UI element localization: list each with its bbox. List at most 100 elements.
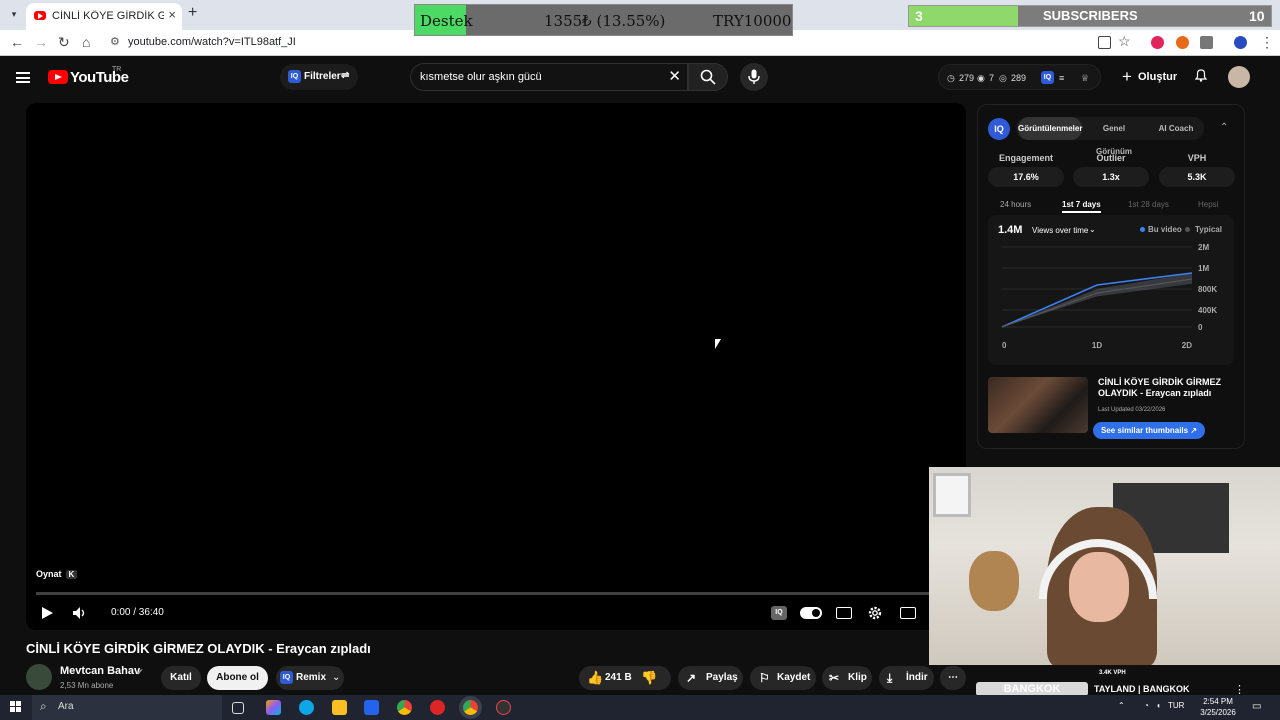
range-all[interactable]: Hepsi: [1198, 200, 1218, 209]
download-label: İndir: [906, 672, 928, 683]
list-icon[interactable]: ≡: [1059, 73, 1064, 83]
like-icon[interactable]: 👍: [587, 666, 603, 690]
filters-label: Filtreler: [304, 71, 341, 82]
range-24h[interactable]: 24 hours: [1000, 200, 1031, 209]
clip-label: Klip: [848, 672, 867, 683]
clear-search-icon[interactable]: ✕: [668, 67, 681, 85]
subscriber-goal-overlay: 3 SUBSCRIBERS 10: [908, 5, 1272, 27]
speaker-icon[interactable]: ◖: [1156, 701, 1161, 710]
forward-icon[interactable]: →: [34, 34, 48, 50]
extension-fox-icon[interactable]: [1176, 36, 1189, 49]
tab-search-icon[interactable]: ▾: [6, 6, 22, 22]
share-button[interactable]: ↗ Paylaş: [678, 666, 743, 690]
clip-button[interactable]: ✂ Klip: [822, 666, 872, 690]
extension-adblock-icon[interactable]: [1151, 36, 1164, 49]
progress-bar[interactable]: [36, 592, 956, 595]
language-indicator[interactable]: TUR: [1168, 701, 1184, 710]
edge-icon[interactable]: [299, 700, 314, 715]
account-avatar[interactable]: [1228, 66, 1250, 88]
chrome-active-icon[interactable]: [463, 700, 478, 715]
play-icon[interactable]: [40, 606, 54, 620]
settings-gear-icon[interactable]: [867, 605, 883, 621]
x-tick-label: 1D: [1092, 341, 1102, 350]
tab-overview[interactable]: Genel Görünüm: [1084, 117, 1144, 156]
home-icon[interactable]: ⌂: [82, 34, 90, 50]
bookmark-star-icon[interactable]: ☆: [1118, 33, 1131, 50]
filters-button[interactable]: IQ Filtreler ⇌: [280, 64, 358, 90]
url-text[interactable]: youtube.com/watch?v=ITL98atf_JI: [128, 36, 296, 48]
extensions-puzzle-icon[interactable]: [1200, 36, 1213, 49]
youtube-logo-icon[interactable]: [48, 70, 68, 84]
search-input[interactable]: [420, 69, 660, 85]
new-tab-icon[interactable]: +: [188, 4, 197, 22]
autoplay-toggle[interactable]: [800, 607, 822, 619]
similar-thumbnails-button[interactable]: See similar thumbnails ↗: [1093, 422, 1205, 439]
volume-icon[interactable]: [72, 606, 88, 620]
theater-mode-icon[interactable]: [900, 607, 916, 619]
vidiq-stats-bar[interactable]: ◷ 279 ◉ 7 ◎ 289 IQ ≡ ♕: [938, 64, 1101, 90]
channel-name[interactable]: Mevtcan Bahav: [60, 665, 140, 677]
obs-icon[interactable]: [496, 700, 511, 715]
browser-menu-icon[interactable]: ⋮: [1260, 34, 1274, 51]
donation-goal: TRY10000: [713, 12, 792, 30]
join-button[interactable]: Katıl: [161, 666, 201, 690]
collapse-icon[interactable]: ⌃: [1220, 122, 1228, 133]
menu-icon[interactable]: [16, 72, 30, 83]
dislike-icon[interactable]: 👎: [641, 666, 657, 690]
channel-avatar[interactable]: [26, 664, 52, 690]
windows-start-icon[interactable]: [10, 701, 22, 713]
remix-button[interactable]: IQ Remix ⌄: [276, 666, 344, 690]
like-count[interactable]: 241 B: [605, 666, 632, 690]
autoplay-knob: [812, 609, 820, 617]
chrome-icon[interactable]: [397, 700, 412, 715]
more-actions-icon[interactable]: ⋯: [940, 666, 966, 690]
create-button[interactable]: + Oluştur: [1116, 64, 1178, 90]
vidiq-player-icon[interactable]: IQ: [771, 606, 787, 620]
tab-views[interactable]: Görüntülenmeler: [1018, 117, 1082, 140]
file-explorer-icon[interactable]: [332, 700, 347, 715]
store-icon[interactable]: [364, 700, 379, 715]
close-tab-icon[interactable]: ×: [168, 7, 176, 22]
site-info-icon[interactable]: ⚙: [110, 35, 120, 48]
taskbar-search[interactable]: ⌕ Ara: [32, 695, 222, 720]
vph-badge: 3.4K VPH: [1096, 669, 1129, 677]
range-7d[interactable]: 1st 7 days: [1062, 200, 1101, 213]
opera-icon[interactable]: [430, 700, 445, 715]
play-tooltip: Oynat K: [36, 569, 78, 579]
tab-title: CİNLİ KÖYE GİRDİK GİRMEZ OLAYDIK - Erayc…: [52, 10, 164, 22]
search-button[interactable]: [688, 63, 728, 91]
remix-label: Remix: [296, 672, 327, 683]
country-code: TR: [112, 66, 122, 73]
bangkok-banner: BANGKOK: [976, 682, 1088, 696]
save-button[interactable]: ⚐ Kaydet: [750, 666, 816, 690]
voice-search-button[interactable]: [740, 63, 768, 91]
views-dropdown[interactable]: Views over time: [1032, 226, 1088, 235]
notifications-icon[interactable]: ▭: [1252, 701, 1261, 712]
views-chart: 2M 1M 800K 400K 0 0 1D 2D: [1001, 243, 1217, 350]
browser-tab[interactable]: CİNLİ KÖYE GİRDİK GİRMEZ OLAYDIK - Erayc…: [26, 3, 182, 30]
subtitles-icon[interactable]: [836, 607, 852, 619]
task-view-icon[interactable]: [232, 702, 244, 714]
video-player[interactable]: Oynat K 0:00 / 36:40 IQ: [26, 103, 966, 630]
install-app-icon[interactable]: [1098, 36, 1111, 49]
stat-a: 279: [959, 73, 975, 83]
download-button[interactable]: ⤓ İndir: [879, 666, 934, 690]
reload-icon[interactable]: ↻: [58, 34, 70, 51]
copilot-icon[interactable]: [266, 700, 281, 715]
tray-overflow-icon[interactable]: ⌃: [1118, 701, 1125, 710]
vidiq-badge-icon[interactable]: IQ: [1041, 71, 1054, 84]
notifications-bell-icon[interactable]: [1194, 68, 1208, 82]
wifi-icon[interactable]: ◔: [1144, 701, 1149, 710]
search-box[interactable]: ✕: [410, 63, 688, 91]
play-tooltip-text: Oynat: [36, 569, 62, 579]
trophy-icon[interactable]: ♕: [1081, 73, 1089, 84]
back-icon[interactable]: ←: [10, 34, 24, 50]
profile-avatar[interactable]: [1234, 36, 1247, 49]
system-clock[interactable]: 2:54 PM 3/25/2026: [1196, 696, 1240, 718]
stat-b: 7: [989, 73, 995, 83]
range-28d[interactable]: 1st 28 days: [1128, 200, 1169, 209]
video-thumbnail[interactable]: [988, 377, 1088, 433]
dropdown-chevron-icon[interactable]: ⌄: [1089, 225, 1096, 234]
subscribe-button[interactable]: Abone ol: [207, 666, 268, 690]
tab-ai-coach[interactable]: AI Coach: [1148, 117, 1204, 140]
